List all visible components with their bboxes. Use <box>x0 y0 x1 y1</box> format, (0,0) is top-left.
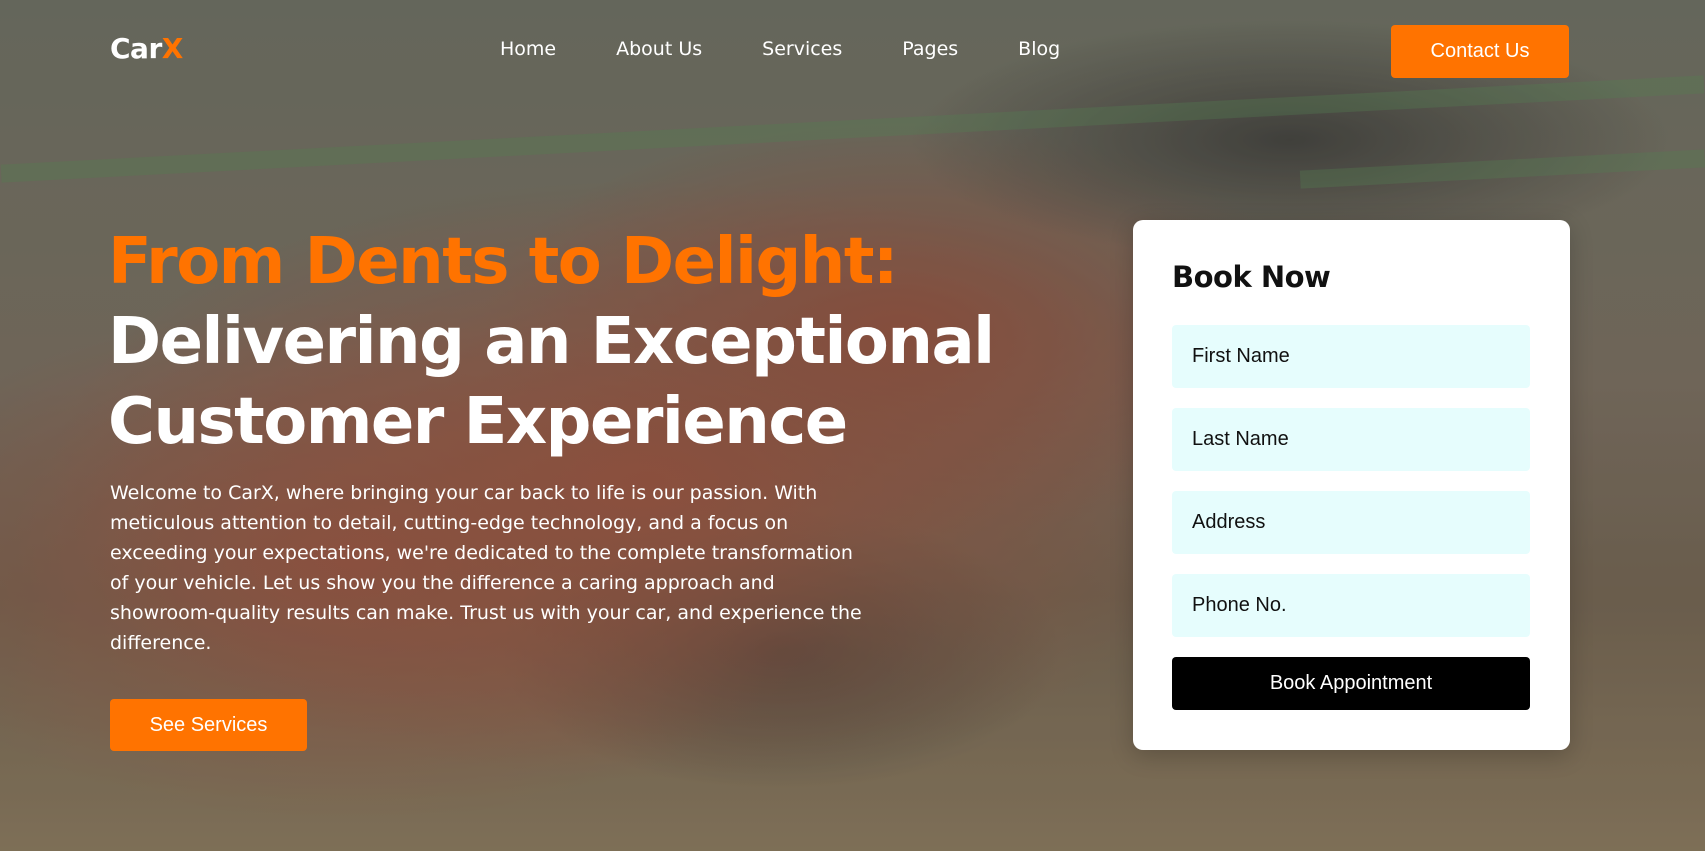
hero-description: Welcome to CarX, where bringing your car… <box>110 482 862 654</box>
nav-pages[interactable]: Pages <box>902 38 958 60</box>
main-nav: Home About Us Services Pages Blog <box>500 38 1120 60</box>
hero-title-line1: From Dents to Delight: <box>108 225 898 299</box>
hero-title-line3: Customer Experience <box>108 385 848 459</box>
first-name-input[interactable] <box>1172 325 1530 388</box>
brand-logo[interactable]: CarX <box>110 32 183 65</box>
contact-us-button[interactable]: Contact Us <box>1391 25 1569 78</box>
phone-input[interactable] <box>1172 574 1530 637</box>
hero-title-line2: Delivering an Exceptional <box>108 305 995 379</box>
last-name-input[interactable] <box>1172 408 1530 471</box>
nav-blog[interactable]: Blog <box>1018 38 1060 60</box>
book-appointment-button[interactable]: Book Appointment <box>1172 657 1530 710</box>
brand-name-accent: X <box>161 32 184 65</box>
nav-home[interactable]: Home <box>500 38 556 60</box>
nav-services[interactable]: Services <box>762 38 842 60</box>
see-services-button[interactable]: See Services <box>110 699 307 751</box>
brand-name-main: Car <box>110 32 162 65</box>
booking-title: Book Now <box>1172 260 1331 294</box>
hero-title: From Dents to Delight: Delivering an Exc… <box>108 222 995 462</box>
address-input[interactable] <box>1172 491 1530 554</box>
booking-card: Book Now Book Appointment <box>1133 220 1570 750</box>
nav-about-us[interactable]: About Us <box>616 38 702 60</box>
